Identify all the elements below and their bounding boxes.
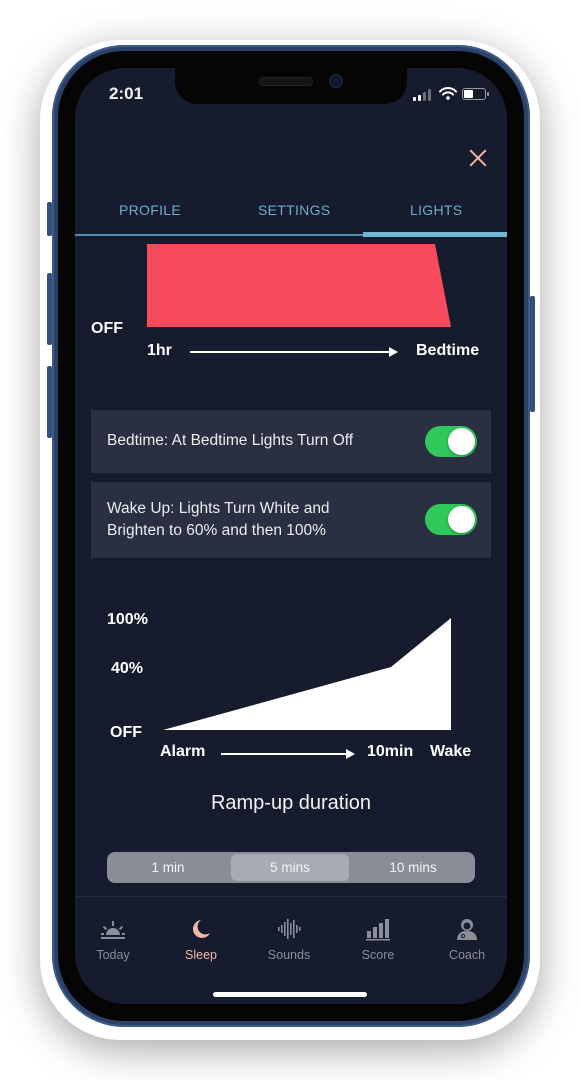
speaker bbox=[259, 77, 313, 86]
bar-chart-icon bbox=[366, 919, 390, 941]
home-indicator[interactable] bbox=[213, 992, 367, 997]
wakeup-toggle-label-line-1: Wake Up: Lights Turn White and bbox=[107, 500, 330, 517]
bedtime-brightness-area bbox=[147, 244, 451, 327]
mute-switch bbox=[47, 202, 52, 236]
nav-coach-label: Coach bbox=[448, 948, 486, 962]
tab-lights[interactable]: LIGHTS bbox=[410, 202, 462, 218]
bedtime-x-start-label: 1hr bbox=[147, 342, 172, 359]
nav-sleep-label: Sleep bbox=[185, 948, 217, 962]
wake-y-label-off: OFF bbox=[110, 724, 142, 741]
wake-timeline-arrow bbox=[221, 750, 355, 758]
bedtime-toggle-label: Bedtime: At Bedtime Lights Turn Off bbox=[107, 432, 354, 449]
wake-x-mid-label: 10min bbox=[367, 743, 414, 760]
bottom-nav: Today Sleep Sounds Score Coach bbox=[75, 916, 507, 976]
tab-settings[interactable]: SETTINGS bbox=[258, 202, 330, 218]
ramp-option-5-mins[interactable]: 5 mins bbox=[231, 854, 349, 881]
wakeup-toggle-switch[interactable] bbox=[425, 504, 477, 535]
bedtime-x-end-label: Bedtime bbox=[416, 342, 480, 359]
sunrise-icon bbox=[101, 921, 125, 939]
wake-y-label-100: 100% bbox=[107, 611, 148, 628]
app-screen: 2:01 PROFILE SETTINGS LIGHTS OFF 1hr Bed… bbox=[75, 68, 507, 1004]
notch bbox=[175, 68, 407, 104]
front-camera bbox=[329, 74, 343, 88]
ramp-option-1-min[interactable]: 1 min bbox=[107, 852, 229, 883]
wake-x-end-label: Wake bbox=[430, 743, 472, 760]
bedtime-chart-svg bbox=[147, 244, 451, 327]
nav-today-label: Today bbox=[96, 948, 130, 962]
status-time: 2:01 bbox=[109, 84, 144, 103]
nav-sleep[interactable]: Sleep bbox=[161, 916, 241, 962]
wifi-icon bbox=[439, 87, 457, 100]
wake-ramp-chart: 100% 40% OFF Alarm 10min Wake bbox=[75, 603, 507, 763]
bedtime-y-label-off: OFF bbox=[91, 320, 123, 337]
wake-x-start-label: Alarm bbox=[160, 743, 206, 760]
tab-active-indicator bbox=[363, 232, 507, 237]
tab-profile[interactable]: PROFILE bbox=[119, 202, 181, 218]
nav-sounds[interactable]: Sounds bbox=[249, 916, 329, 962]
nav-score-label: Score bbox=[361, 948, 395, 962]
nav-today[interactable]: Today bbox=[75, 916, 153, 962]
nav-divider bbox=[75, 896, 507, 897]
ramp-duration-title: Ramp-up duration bbox=[210, 792, 372, 814]
wakeup-toggle-row: Wake Up: Lights Turn White and Brighten … bbox=[91, 482, 491, 558]
status-icons bbox=[413, 87, 493, 101]
nav-sounds-label: Sounds bbox=[267, 948, 311, 962]
nav-coach[interactable]: Coach bbox=[427, 916, 507, 962]
coach-person-icon bbox=[457, 919, 477, 940]
battery-icon bbox=[462, 88, 489, 100]
bedtime-toggle-row: Bedtime: At Bedtime Lights Turn Off bbox=[91, 410, 491, 473]
moon-icon bbox=[192, 920, 210, 938]
bedtime-chart: OFF 1hr Bedtime bbox=[75, 240, 507, 370]
close-icon[interactable] bbox=[468, 148, 488, 168]
nav-score[interactable]: Score bbox=[338, 916, 418, 962]
wakeup-toggle-label: Wake Up: Lights Turn White and Brighten … bbox=[107, 498, 330, 542]
ramp-option-10-mins[interactable]: 10 mins bbox=[351, 852, 475, 883]
ramp-duration-selector: 1 min 5 mins 10 mins bbox=[107, 852, 475, 883]
wake-y-label-40: 40% bbox=[111, 660, 144, 677]
bedtime-timeline-arrow bbox=[190, 348, 398, 356]
sound-wave-icon bbox=[278, 919, 301, 939]
wake-brightness-area bbox=[163, 618, 451, 730]
bedtime-toggle-switch[interactable] bbox=[425, 426, 477, 457]
power-button bbox=[530, 296, 535, 412]
tab-bar: PROFILE SETTINGS LIGHTS bbox=[75, 196, 507, 237]
volume-down-button bbox=[47, 366, 52, 438]
volume-up-button bbox=[47, 273, 52, 345]
wakeup-toggle-label-line-2: Brighten to 60% and then 100% bbox=[107, 522, 326, 539]
